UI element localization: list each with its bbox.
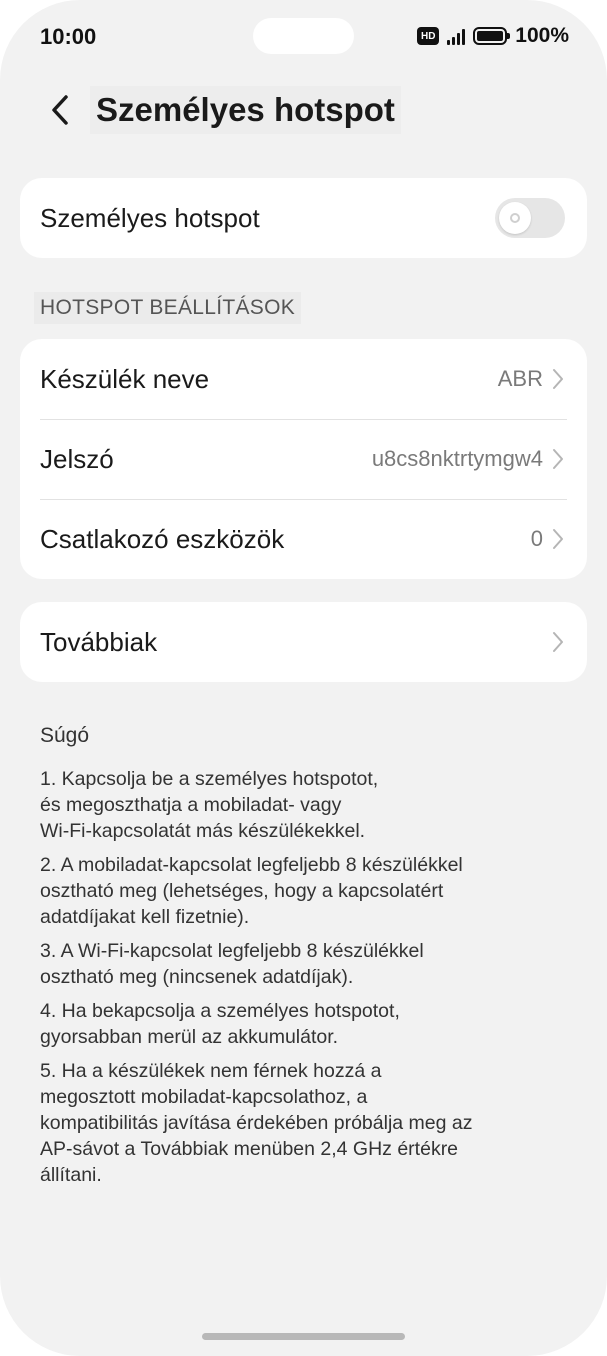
battery-icon [473,27,511,45]
hotspot-toggle-row[interactable]: Személyes hotspot [20,178,587,258]
section-header: HOTSPOT BEÁLLÍTÁSOK [34,292,302,324]
back-button[interactable] [40,90,80,130]
camera-cutout [253,18,354,54]
chevron-left-icon [52,95,68,125]
password-label: Jelszó [40,443,114,474]
chevron-right-icon [551,528,565,550]
connected-devices-value: 0 [530,526,543,551]
battery-percentage: 100% [515,24,569,47]
device-name-label: Készülék neve [40,363,210,394]
more-row[interactable]: Továbbiak [20,602,587,682]
page-title: Személyes hotspot [90,86,401,134]
chevron-right-icon [551,368,565,390]
help-item: 4. Ha bekapcsolja a személyes hotspotot,… [40,1000,400,1048]
hd-icon: HD [417,27,440,45]
hotspot-toggle-card: Személyes hotspot [20,178,587,258]
status-icons: HD 100% [417,24,569,48]
status-time: 10:00 [40,24,97,49]
settings-row-password[interactable]: Jelszó u8cs8nktrtymgw4 [20,419,587,499]
signal-icon [447,27,466,45]
home-indicator[interactable] [202,1333,405,1340]
phone-screen: 10:00 HD 100% Személyes hotspot Személye… [0,0,607,1356]
more-label: Továbbiak [40,626,158,657]
password-value: u8cs8nktrtymgw4 [371,446,543,471]
hotspot-toggle-switch[interactable] [495,198,565,238]
page-header: Személyes hotspot [0,80,607,142]
chevron-right-icon [551,448,565,470]
more-card: Továbbiak [20,602,587,682]
hotspot-toggle-label: Személyes hotspot [40,202,260,233]
help-title: Súgó [40,724,90,747]
device-name-value: ABR [497,366,543,391]
help-item: 5. Ha a készülékek nem férnek hozzá a me… [40,1060,473,1186]
connected-devices-label: Csatlakozó eszközök [40,523,285,554]
status-bar: 10:00 HD 100% [0,0,607,72]
help-item: 1. Kapcsolja be a személyes hotspotot, é… [40,768,379,842]
hotspot-settings-card: Készülék neve ABR Jelszó u8cs8nktrtymgw4… [20,339,587,579]
help-section: Súgó 1. Kapcsolja be a személyes hotspot… [40,724,570,1196]
help-item: 2. A mobiladat-kapcsolat legfeljebb 8 ké… [40,854,463,928]
chevron-right-icon [551,631,565,653]
settings-row-connected-devices[interactable]: Csatlakozó eszközök 0 [20,499,587,579]
toggle-knob [499,202,531,234]
settings-row-device-name[interactable]: Készülék neve ABR [20,339,587,419]
help-item: 3. A Wi-Fi-kapcsolat legfeljebb 8 készül… [40,940,424,988]
